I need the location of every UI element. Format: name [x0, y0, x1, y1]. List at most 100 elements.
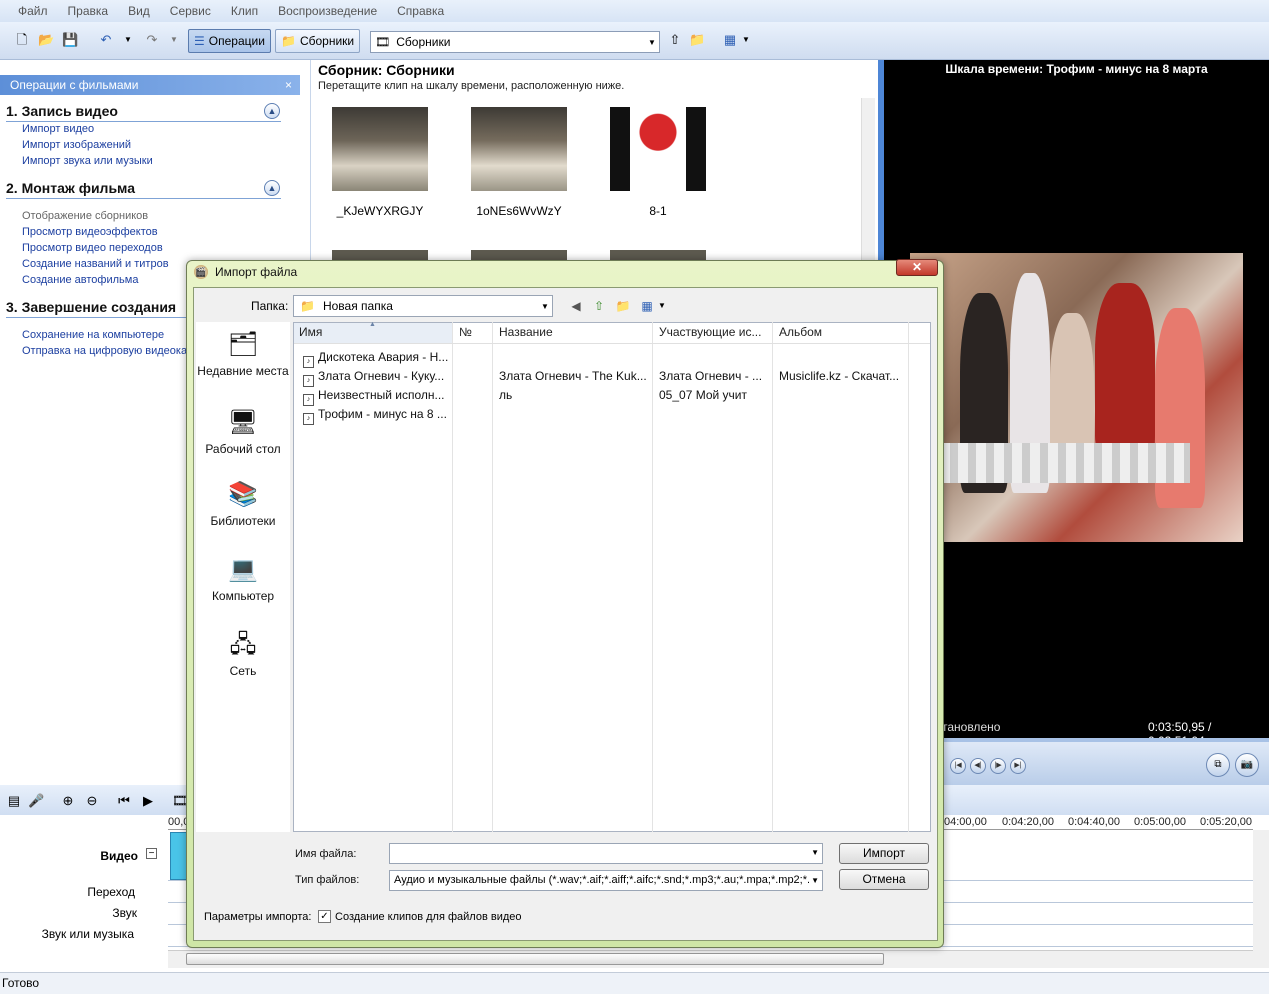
new-collection-icon[interactable]: 📁	[689, 32, 705, 48]
narrate-icon[interactable]: 🎤	[28, 793, 44, 809]
place-network[interactable]: 🖧 Сеть	[196, 630, 290, 678]
column-artist[interactable]: Участвующие ис...	[659, 325, 761, 339]
link-video-transitions[interactable]: Просмотр видео переходов	[22, 242, 163, 254]
clip-label: 8-1	[649, 204, 667, 218]
column-name[interactable]: Имя	[299, 325, 322, 339]
close-button[interactable]: ✕	[896, 259, 938, 276]
view-dropdown-icon[interactable]: ▼	[738, 32, 754, 48]
file-row[interactable]: ♪ Трофим - минус на 8 ...	[303, 407, 447, 425]
desktop-icon: 🖥	[227, 409, 259, 436]
menu-clip[interactable]: Клип	[221, 4, 268, 18]
menu-tools[interactable]: Сервис	[160, 4, 221, 18]
link-automovie[interactable]: Создание автофильма	[22, 274, 138, 286]
menu-edit[interactable]: Правка	[58, 4, 119, 18]
redo-icon[interactable]: ↷	[144, 32, 160, 48]
link-save-computer[interactable]: Сохранение на компьютере	[22, 329, 164, 341]
column-album[interactable]: Альбом	[779, 325, 822, 339]
column-separator[interactable]	[908, 322, 909, 832]
chevron-down-icon[interactable]: ▼	[654, 298, 670, 314]
scrollbar-thumb[interactable]	[186, 953, 884, 965]
column-separator[interactable]	[452, 322, 453, 832]
link-import-images[interactable]: Импорт изображений	[22, 139, 131, 151]
clip-thumbnail[interactable]	[332, 107, 428, 191]
file-row[interactable]: ♪ Злата Огневич - Куку...	[303, 369, 444, 387]
file-name: Злата Огневич - Куку...	[318, 369, 445, 383]
back-icon[interactable]: ◀	[568, 298, 584, 314]
folder-select[interactable]: 📁 Новая папка ▼	[293, 295, 553, 317]
column-number[interactable]: №	[459, 325, 472, 339]
cancel-button[interactable]: Отмена	[839, 869, 929, 890]
filename-input[interactable]: ▼	[389, 843, 823, 864]
filename-label: Имя файла:	[295, 848, 357, 860]
file-title: Злата Огневич - The Kuk...	[499, 369, 647, 383]
divider	[294, 343, 930, 344]
view-menu-icon[interactable]: ▦	[639, 298, 655, 314]
collapse-track-icon[interactable]: −	[146, 848, 157, 859]
close-icon[interactable]: ×	[285, 75, 292, 95]
tasks-icon: ☰	[194, 34, 205, 48]
ruler-tick-label: 0:04:40,00	[1068, 816, 1120, 828]
menu-file[interactable]: Файл	[8, 4, 58, 18]
snapshot-icon[interactable]: 📷	[1235, 753, 1259, 777]
column-title[interactable]: Название	[499, 325, 553, 339]
file-name: Неизвестный исполн...	[318, 388, 445, 402]
up-folder-icon[interactable]: ⇧	[591, 298, 607, 314]
place-label: Недавние места	[197, 364, 289, 378]
save-project-icon[interactable]: 💾	[62, 32, 78, 48]
zoom-out-icon[interactable]: ⊖	[84, 793, 100, 809]
link-import-video[interactable]: Импорт видео	[22, 123, 94, 135]
collapse-up-icon[interactable]: ▲	[264, 180, 280, 196]
link-import-audio[interactable]: Импорт звука или музыки	[22, 155, 153, 167]
column-separator[interactable]	[492, 322, 493, 832]
place-recent[interactable]: 🗂 Недавние места	[196, 330, 290, 378]
place-computer[interactable]: 💻 Компьютер	[196, 555, 290, 603]
audio-file-icon: ♪	[303, 413, 314, 425]
menu-view[interactable]: Вид	[118, 4, 160, 18]
import-button[interactable]: Импорт	[839, 843, 929, 864]
create-clips-checkbox[interactable]: ✓	[318, 910, 331, 923]
recent-places-icon: 🗂	[227, 331, 259, 358]
menu-help[interactable]: Справка	[387, 4, 454, 18]
collections-button[interactable]: 📁 Сборники	[275, 29, 361, 53]
menu-play[interactable]: Воспроизведение	[268, 4, 387, 18]
tasks-button[interactable]: ☰ Операции	[188, 29, 271, 53]
split-clip-icon[interactable]: ⧉	[1206, 753, 1230, 777]
play-timeline-icon[interactable]: ▶	[140, 793, 156, 809]
redo-dropdown-icon[interactable]: ▼	[166, 32, 182, 48]
next-frame-icon[interactable]: |▶	[990, 758, 1006, 774]
new-project-icon[interactable]: 🗋	[14, 32, 30, 48]
new-folder-icon[interactable]: 📁	[615, 298, 631, 314]
link-show-collections[interactable]: Отображение сборников	[22, 210, 148, 222]
file-name: Трофим - минус на 8 ...	[318, 407, 447, 421]
collection-select[interactable]: 🎞 Сборники ▼	[370, 31, 660, 53]
ruler-tick-label: 0:04:20,00	[1002, 816, 1054, 828]
clip-thumbnail[interactable]	[610, 107, 706, 191]
link-titles[interactable]: Создание названий и титров	[22, 258, 169, 270]
clip-thumbnail[interactable]	[471, 107, 567, 191]
task-pane-header: Операции с фильмами ×	[0, 75, 300, 95]
collection-scrollbar[interactable]	[861, 98, 875, 268]
previous-frame-icon[interactable]: ◀|	[970, 758, 986, 774]
zoom-in-icon[interactable]: ⊕	[60, 793, 76, 809]
undo-dropdown-icon[interactable]: ▼	[120, 32, 136, 48]
collection-up-icon[interactable]: ⇧	[667, 32, 683, 48]
open-project-icon[interactable]: 📂	[38, 32, 54, 48]
rewind-icon[interactable]: ⏮	[116, 793, 132, 809]
go-to-end-icon[interactable]: ▶|	[1010, 758, 1026, 774]
place-libraries[interactable]: 📚 Библиотеки	[196, 480, 290, 528]
file-row[interactable]: ♪ Дискотека Авария - Н...	[303, 350, 448, 368]
column-separator[interactable]	[772, 322, 773, 832]
place-desktop[interactable]: 🖥 Рабочий стол	[196, 408, 290, 456]
collapse-up-icon[interactable]: ▲	[264, 103, 280, 119]
filetype-select[interactable]: Аудио и музыкальные файлы (*.wav;*.aif;*…	[389, 870, 823, 891]
go-to-start-icon[interactable]: |◀	[950, 758, 966, 774]
storyboard-icon[interactable]: ▤	[6, 793, 22, 809]
view-icon[interactable]: ▦	[722, 32, 738, 48]
timeline-vertical-scrollbar[interactable]	[1253, 830, 1269, 968]
track-audio-label: Звук	[112, 906, 137, 920]
file-row[interactable]: ♪ Неизвестный исполн...	[303, 388, 445, 406]
column-separator[interactable]	[652, 322, 653, 832]
link-video-effects[interactable]: Просмотр видеоэффектов	[22, 226, 158, 238]
link-send-camera[interactable]: Отправка на цифровую видеока	[22, 345, 187, 357]
undo-icon[interactable]: ↶	[98, 32, 114, 48]
